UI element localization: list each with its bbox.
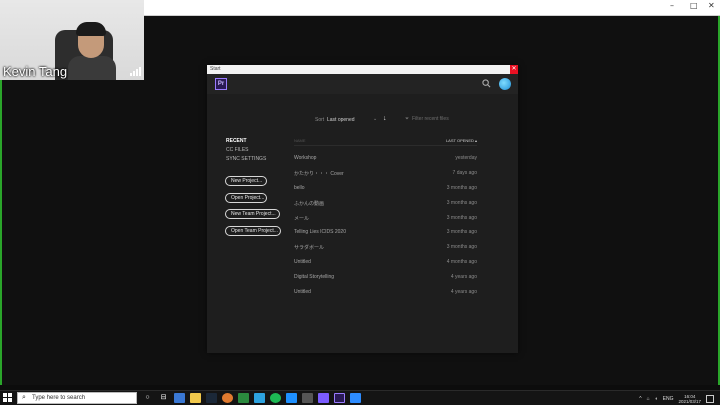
taskbar-apps: ○ ⊟ xyxy=(142,393,361,403)
person-hair xyxy=(76,22,106,36)
spotify-icon[interactable] xyxy=(270,393,281,403)
file-explorer-icon[interactable] xyxy=(190,393,201,403)
file-name: Untitled xyxy=(294,259,311,266)
last-opened-column-header[interactable]: LAST OPENED ▴ xyxy=(446,138,477,143)
list-item[interactable]: Untitled 4 months ago xyxy=(294,255,477,270)
list-header: NAME LAST OPENED ▴ xyxy=(294,136,477,146)
steam-icon[interactable] xyxy=(206,393,217,403)
list-item[interactable]: Workshop yesterday xyxy=(294,151,477,166)
file-name: サラダボール xyxy=(294,245,325,252)
recent-toolbar: Sort Last opened ⌄ ↓ ⏷ Filter recent file… xyxy=(207,115,518,127)
sort-dropdown[interactable]: Last opened xyxy=(327,117,355,123)
user-avatar[interactable] xyxy=(499,78,511,90)
list-item[interactable]: メール 3 months ago xyxy=(294,211,477,226)
task-view-icon[interactable]: ○ xyxy=(142,393,153,403)
open-team-project-button[interactable]: Open Team Project... xyxy=(225,226,281,237)
person-torso xyxy=(68,56,116,80)
nav-cc-files[interactable]: CC FILES xyxy=(226,146,266,155)
file-name: Workshop xyxy=(294,155,317,161)
browser-icon[interactable] xyxy=(222,393,233,403)
search-placeholder: Type here to search xyxy=(32,395,86,401)
nav-sync-settings[interactable]: SYNC SETTINGS xyxy=(226,155,266,164)
file-date: 3 months ago xyxy=(446,184,477,191)
zoom-icon[interactable] xyxy=(350,393,361,403)
clock-date: 2021/03/17 xyxy=(678,398,701,404)
window-close-icon[interactable]: ✕ xyxy=(510,65,518,74)
list-item[interactable]: ふかんの動画 3 months ago xyxy=(294,196,477,211)
premiere-taskbar-icon[interactable] xyxy=(334,393,345,403)
file-date: 4 years ago xyxy=(450,274,477,281)
app-icon[interactable] xyxy=(302,393,313,403)
taskbar-search-input[interactable]: ⌕ Type here to search xyxy=(17,392,137,404)
file-name: かたかり・・・ Cover xyxy=(294,170,344,177)
name-column-header[interactable]: NAME xyxy=(294,138,306,143)
list-item[interactable]: Untitled 4 years ago xyxy=(294,285,477,300)
file-name: Digital Storytelling xyxy=(294,274,335,281)
filter-placeholder: Filter recent files xyxy=(412,116,449,122)
sort-label: Sort xyxy=(315,117,325,123)
file-name: Untitled xyxy=(294,289,311,296)
premiere-start-window: Start ✕ Pr Sort Last opened ⌄ ↓ ⏷ Filter … xyxy=(207,65,518,353)
app-icon[interactable] xyxy=(286,393,297,403)
list-item[interactable]: Telling Lies ICIDS 2020 3 months ago xyxy=(294,225,477,240)
list-item[interactable]: Digital Storytelling 4 years ago xyxy=(294,270,477,285)
minimize-icon[interactable]: – xyxy=(670,1,674,10)
windows-start-icon[interactable] xyxy=(3,393,13,403)
project-buttons: New Project... Open Project... New Team … xyxy=(225,176,281,243)
chevron-down-icon[interactable]: ⌄ xyxy=(373,116,377,122)
taskbar-clock[interactable]: 16:04 2021/03/17 xyxy=(678,394,701,404)
list-item[interactable]: かたかり・・・ Cover 7 days ago xyxy=(294,166,477,181)
start-nav: RECENT CC FILES SYNC SETTINGS xyxy=(226,137,266,164)
new-team-project-button[interactable]: New Team Project... xyxy=(225,209,280,220)
volume-icon[interactable]: ◖ xyxy=(655,396,658,402)
recent-files-list: NAME LAST OPENED ▴ Workshop yesterday かたか… xyxy=(294,136,477,300)
open-project-button[interactable]: Open Project... xyxy=(225,192,267,203)
window-title-bar[interactable]: Start ✕ xyxy=(207,65,518,74)
participant-video: Kevin Tang xyxy=(0,0,144,80)
file-name: bello xyxy=(294,184,305,191)
new-project-button[interactable]: New Project... xyxy=(225,176,267,186)
teams-icon[interactable] xyxy=(318,393,329,403)
tray-chevron-icon[interactable]: ^ xyxy=(639,396,641,402)
file-date: yesterday xyxy=(455,155,477,161)
tray-language[interactable]: ENG xyxy=(663,396,674,402)
filter-icon: ⏷ xyxy=(405,116,410,122)
signal-strength-icon xyxy=(130,67,141,76)
file-name: ふかんの動画 xyxy=(294,200,325,207)
list-item[interactable]: bello 3 months ago xyxy=(294,181,477,196)
cortana-icon[interactable]: ⊟ xyxy=(158,393,169,403)
close-icon[interactable]: ✕ xyxy=(708,1,715,10)
participant-name: Kevin Tang xyxy=(3,64,68,79)
maximize-icon[interactable]: □ xyxy=(690,1,698,10)
file-date: 3 months ago xyxy=(446,199,477,206)
file-date: 3 months ago xyxy=(446,244,477,251)
mail-icon[interactable] xyxy=(254,393,265,403)
file-date: 3 months ago xyxy=(446,229,477,236)
network-icon[interactable]: ⌂ xyxy=(647,396,650,402)
list-item[interactable]: サラダボール 3 months ago xyxy=(294,240,477,255)
file-name: Telling Lies ICIDS 2020 xyxy=(294,229,346,236)
file-date: 4 years ago xyxy=(450,289,477,296)
app-icon[interactable] xyxy=(238,393,249,403)
window-title: Start xyxy=(210,66,221,72)
system-tray: ^ ⌂ ◖ ENG 16:04 2021/03/17 xyxy=(639,392,714,405)
file-date: 4 months ago xyxy=(446,259,477,266)
premiere-logo-icon: Pr xyxy=(215,78,227,90)
file-date: 3 months ago xyxy=(446,214,477,221)
sort-direction-icon[interactable]: ↓ xyxy=(383,115,387,122)
filter-input[interactable]: ⏷ Filter recent files xyxy=(405,116,465,125)
windows-taskbar: ⌕ Type here to search ○ ⊟ ^ ⌂ ◖ ENG 16:0… xyxy=(0,390,720,405)
nav-recent[interactable]: RECENT xyxy=(226,137,266,146)
notification-icon[interactable] xyxy=(706,394,714,403)
search-icon[interactable] xyxy=(482,79,491,90)
app-icon[interactable] xyxy=(174,393,185,403)
search-icon: ⌕ xyxy=(22,394,26,401)
premiere-header: Pr xyxy=(207,74,518,94)
file-date: 7 days ago xyxy=(452,169,477,176)
file-name: メール xyxy=(294,215,310,222)
